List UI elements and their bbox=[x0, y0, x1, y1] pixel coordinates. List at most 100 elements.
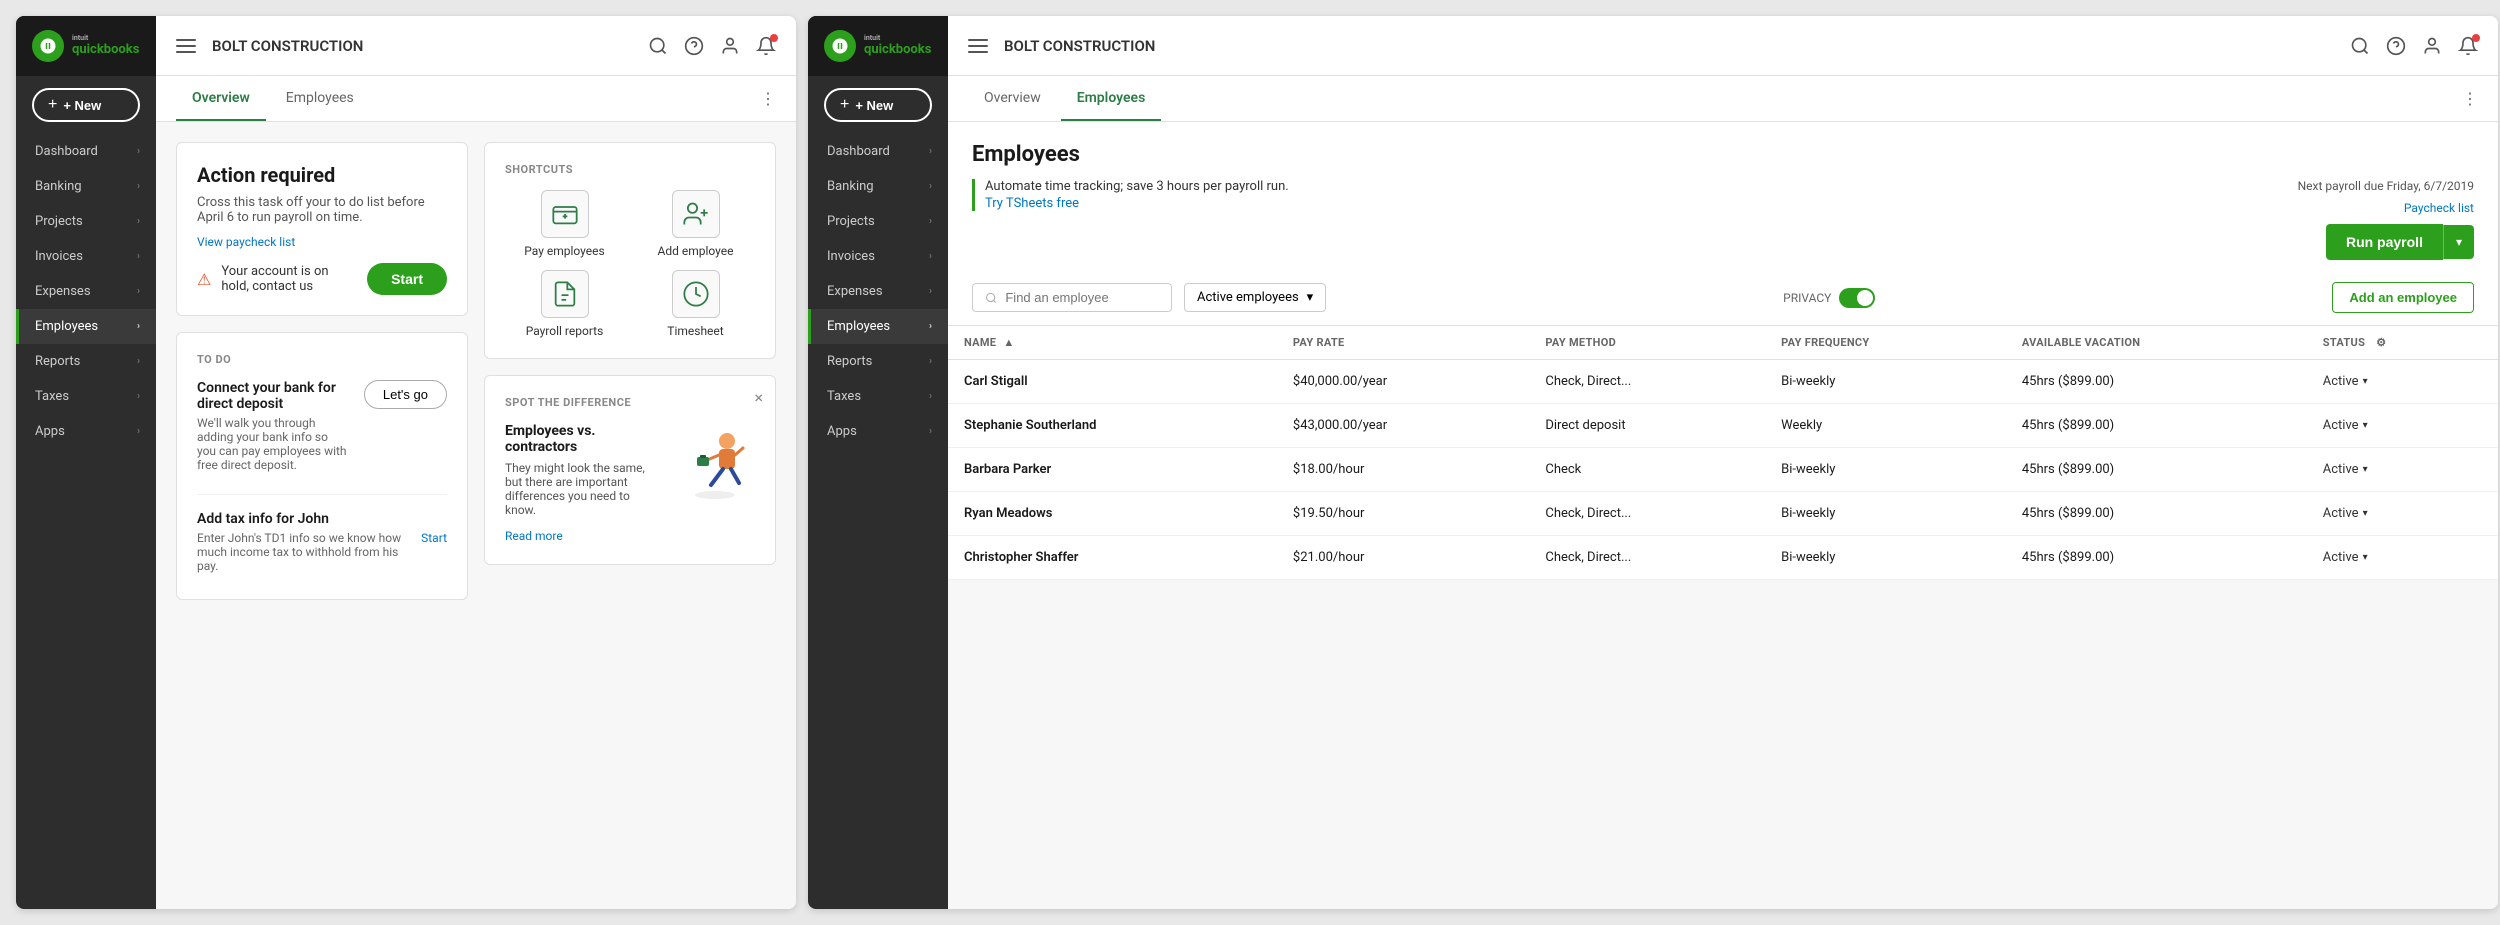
sidebar-item-dashboard-right[interactable]: Dashboard › bbox=[808, 134, 948, 169]
sidebar-item-projects-left[interactable]: Projects › bbox=[16, 204, 156, 239]
sidebar-item-employees-right[interactable]: Employees › bbox=[808, 309, 948, 344]
cell-pay-rate-3: $19.50/hour bbox=[1277, 492, 1529, 536]
cell-pay-rate-1: $43,000.00/year bbox=[1277, 404, 1529, 448]
shortcut-reports-label: Payroll reports bbox=[526, 324, 604, 338]
new-button-right[interactable]: + + New bbox=[824, 88, 932, 122]
col-pay-rate[interactable]: PAY RATE bbox=[1277, 326, 1529, 360]
active-employees-filter[interactable]: Active employees ▾ bbox=[1184, 283, 1326, 312]
notification-bell-left[interactable] bbox=[756, 36, 776, 56]
tab-more-right[interactable]: ⋮ bbox=[2462, 89, 2478, 108]
cell-name-4[interactable]: Christopher Shaffer bbox=[948, 536, 1277, 580]
tsheets-link[interactable]: Try TSheets free bbox=[985, 196, 1079, 211]
help-icon-right[interactable] bbox=[2386, 36, 2406, 56]
cell-name-2[interactable]: Barbara Parker bbox=[948, 448, 1277, 492]
col-settings-icon[interactable]: ⚙ bbox=[2376, 336, 2386, 349]
sidebar-item-taxes-left[interactable]: Taxes › bbox=[16, 379, 156, 414]
cell-name-1[interactable]: Stephanie Southerland bbox=[948, 404, 1277, 448]
todo-tax-link[interactable]: Start bbox=[421, 531, 447, 545]
lets-go-button[interactable]: Let's go bbox=[364, 380, 447, 409]
tab-overview-right[interactable]: Overview bbox=[968, 76, 1057, 121]
todo-tax-title: Add tax info for John bbox=[197, 511, 447, 527]
spot-difference-card: × SPOT THE DIFFERENCE Employees vs. cont… bbox=[484, 375, 776, 565]
hold-text: Your account is on hold, contact us bbox=[221, 264, 357, 294]
tab-more-left[interactable]: ⋮ bbox=[760, 89, 776, 108]
logo-area: intuit quickbooks bbox=[16, 16, 156, 76]
run-payroll-button[interactable]: Run payroll bbox=[2326, 224, 2443, 260]
sidebar-item-projects-right[interactable]: Projects › bbox=[808, 204, 948, 239]
employee-search-input[interactable] bbox=[1005, 290, 1159, 305]
cell-name-3[interactable]: Ryan Meadows bbox=[948, 492, 1277, 536]
add-employee-button[interactable]: Add an employee bbox=[2332, 282, 2474, 313]
view-paycheck-link[interactable]: View paycheck list bbox=[197, 235, 447, 249]
menu-icon-left[interactable] bbox=[176, 36, 196, 56]
sidebar-item-apps-right[interactable]: Apps › bbox=[808, 414, 948, 449]
left-sidebar: intuit quickbooks + + New Dashboard › Ba… bbox=[16, 16, 156, 909]
shortcut-add-label: Add employee bbox=[658, 244, 734, 258]
col-pay-method[interactable]: PAY METHOD bbox=[1529, 326, 1765, 360]
shortcut-pay-label: Pay employees bbox=[524, 244, 604, 258]
shortcuts-title: SHORTCUTS bbox=[505, 163, 755, 176]
run-payroll-dropdown-button[interactable]: ▾ bbox=[2443, 225, 2474, 259]
sidebar-item-apps-left[interactable]: Apps › bbox=[16, 414, 156, 449]
employees-table-area: NAME ▲ PAY RATE PAY METHOD PAY FREQUENCY bbox=[948, 326, 2498, 909]
shortcut-add-employee[interactable]: Add employee bbox=[636, 190, 755, 258]
notification-bell-right[interactable] bbox=[2458, 36, 2478, 56]
shortcuts-grid: Pay employees Add employee bbox=[505, 190, 755, 338]
payroll-due-text: Next payroll due Friday, 6/7/2019 bbox=[2298, 179, 2474, 193]
col-name[interactable]: NAME ▲ bbox=[948, 326, 1277, 360]
table-row: Christopher Shaffer $21.00/hour Check, D… bbox=[948, 536, 2498, 580]
menu-icon-right[interactable] bbox=[968, 36, 988, 56]
pay-employees-icon bbox=[541, 190, 589, 238]
cell-status-3[interactable]: Active ▾ bbox=[2307, 492, 2498, 536]
shortcut-timesheet[interactable]: Timesheet bbox=[636, 270, 755, 338]
sidebar-item-reports-left[interactable]: Reports › bbox=[16, 344, 156, 379]
sidebar-item-banking-left[interactable]: Banking › bbox=[16, 169, 156, 204]
employee-search-box[interactable] bbox=[972, 283, 1172, 312]
tsheets-text: Automate time tracking; save 3 hours per… bbox=[985, 179, 1289, 194]
user-icon-right[interactable] bbox=[2422, 36, 2442, 56]
cell-status-4[interactable]: Active ▾ bbox=[2307, 536, 2498, 580]
left-panel: intuit quickbooks + + New Dashboard › Ba… bbox=[16, 16, 796, 909]
cell-status-0[interactable]: Active ▾ bbox=[2307, 360, 2498, 404]
col-vacation[interactable]: AVAILABLE VACATION bbox=[2006, 326, 2307, 360]
start-button[interactable]: Start bbox=[367, 263, 447, 295]
shortcuts-card: SHORTCUTS Pay employees bbox=[484, 142, 776, 359]
hold-warning-icon: ⚠ bbox=[197, 270, 211, 289]
search-icon-left[interactable] bbox=[648, 36, 668, 56]
table-row: Stephanie Southerland $43,000.00/year Di… bbox=[948, 404, 2498, 448]
logo-area-right: intuit quickbooks bbox=[808, 16, 948, 76]
right-nav: Dashboard › Banking › Projects › Invoice… bbox=[808, 134, 948, 909]
user-icon-left[interactable] bbox=[720, 36, 740, 56]
filter-label: Active employees bbox=[1197, 290, 1299, 305]
close-spot-card-button[interactable]: × bbox=[754, 388, 763, 407]
sidebar-item-invoices-right[interactable]: Invoices › bbox=[808, 239, 948, 274]
tab-employees-right[interactable]: Employees bbox=[1061, 76, 1162, 121]
sidebar-item-reports-right[interactable]: Reports › bbox=[808, 344, 948, 379]
shortcut-payroll-reports[interactable]: Payroll reports bbox=[505, 270, 624, 338]
sidebar-item-employees-left[interactable]: Employees › bbox=[16, 309, 156, 344]
privacy-toggle-switch[interactable] bbox=[1839, 288, 1875, 308]
sidebar-item-invoices-left[interactable]: Invoices › bbox=[16, 239, 156, 274]
cell-status-1[interactable]: Active ▾ bbox=[2307, 404, 2498, 448]
todo-tax-desc: Enter John's TD1 info so we know how muc… bbox=[197, 531, 405, 573]
cell-name-0[interactable]: Carl Stigall bbox=[948, 360, 1277, 404]
tab-employees-left[interactable]: Employees bbox=[270, 76, 370, 121]
help-icon-left[interactable] bbox=[684, 36, 704, 56]
new-button-left[interactable]: + + New bbox=[32, 88, 140, 122]
shortcut-pay-employees[interactable]: Pay employees bbox=[505, 190, 624, 258]
sidebar-item-dashboard-left[interactable]: Dashboard › bbox=[16, 134, 156, 169]
sidebar-item-banking-right[interactable]: Banking › bbox=[808, 169, 948, 204]
cell-status-2[interactable]: Active ▾ bbox=[2307, 448, 2498, 492]
cell-pay-method-4: Check, Direct... bbox=[1529, 536, 1765, 580]
sidebar-item-expenses-left[interactable]: Expenses › bbox=[16, 274, 156, 309]
action-required-card: Action required Cross this task off your… bbox=[176, 142, 468, 316]
spot-heading: Employees vs. contractors bbox=[505, 423, 663, 455]
col-status[interactable]: STATUS ⚙ bbox=[2307, 326, 2498, 360]
sidebar-item-expenses-right[interactable]: Expenses › bbox=[808, 274, 948, 309]
col-pay-frequency[interactable]: PAY FREQUENCY bbox=[1765, 326, 2006, 360]
tab-overview-left[interactable]: Overview bbox=[176, 76, 266, 121]
sidebar-item-taxes-right[interactable]: Taxes › bbox=[808, 379, 948, 414]
paycheck-list-link[interactable]: Paycheck list bbox=[2404, 201, 2474, 215]
search-icon-right[interactable] bbox=[2350, 36, 2370, 56]
read-more-link[interactable]: Read more bbox=[505, 529, 563, 543]
